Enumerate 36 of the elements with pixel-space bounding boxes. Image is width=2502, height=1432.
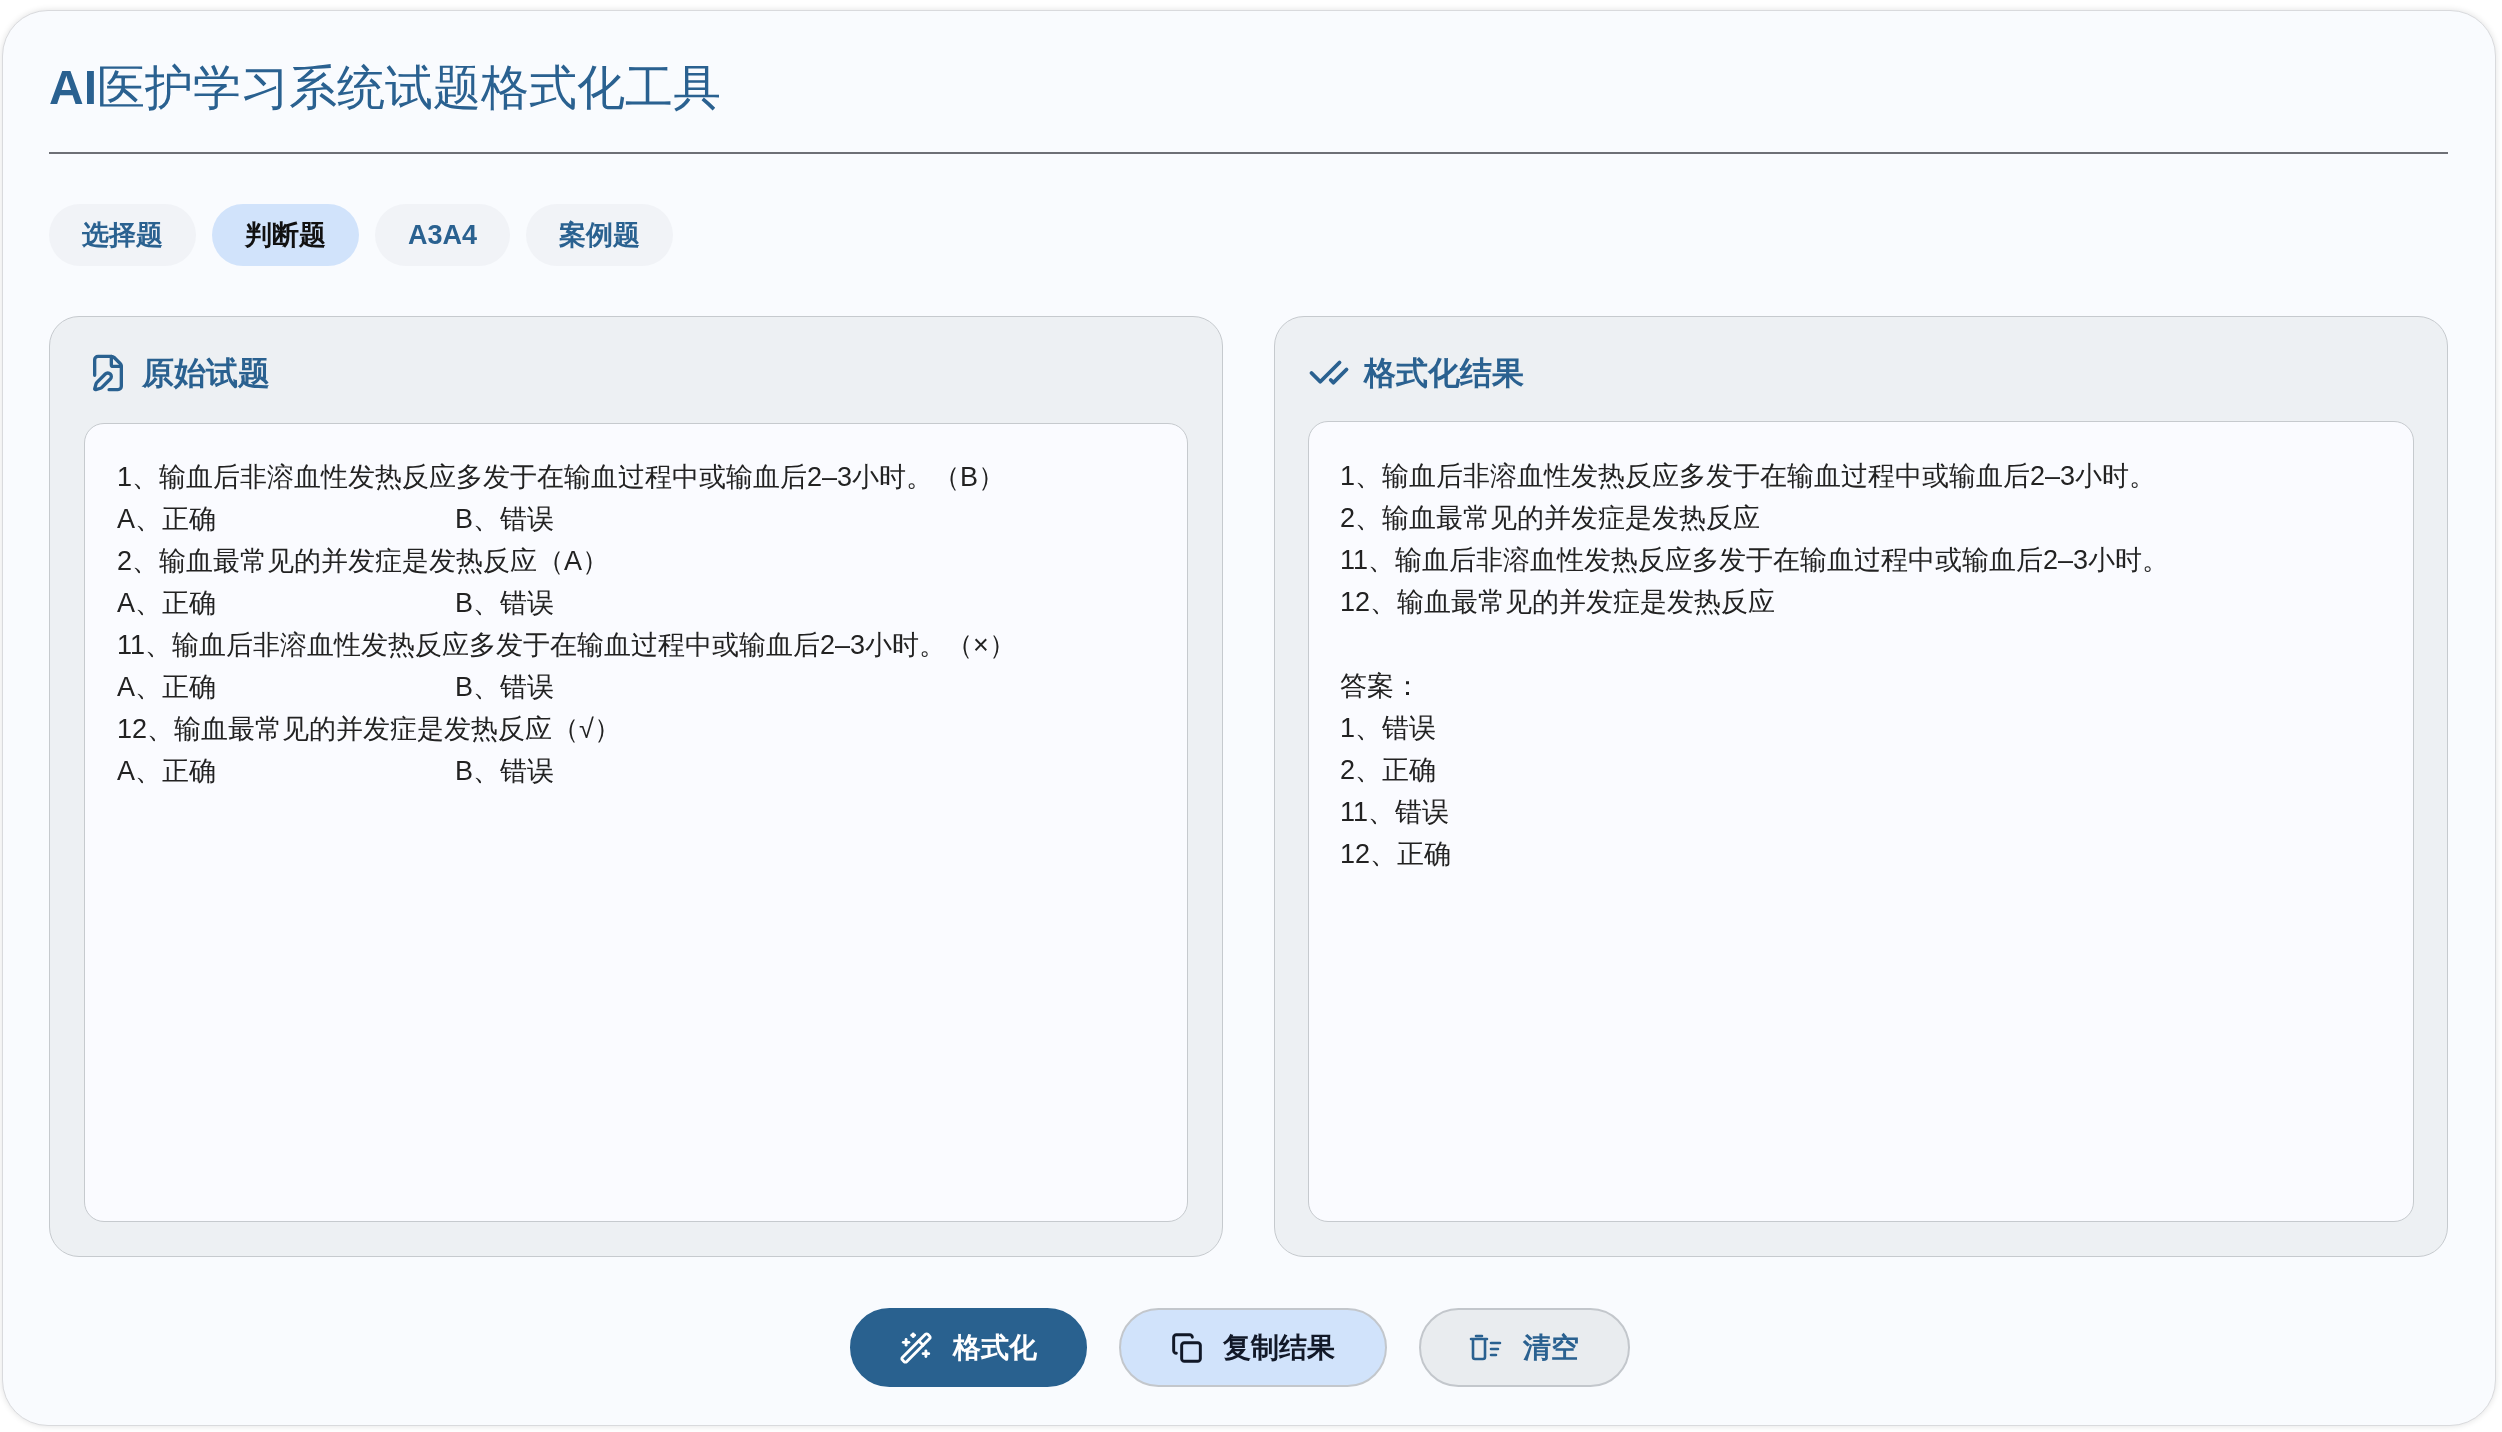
- format-button[interactable]: 格式化: [849, 1308, 1087, 1387]
- clear-button[interactable]: 清空: [1418, 1308, 1630, 1387]
- tab[interactable]: 选择题: [49, 204, 196, 266]
- tab[interactable]: 案例题: [526, 204, 674, 266]
- option-text: B、错误: [455, 503, 554, 536]
- option-text: A、正确: [117, 755, 216, 788]
- page-title: AI医护学习系统试题格式化工具: [49, 60, 721, 116]
- tab[interactable]: A3A4: [375, 204, 511, 266]
- question-text: 12、输血最常见的并发症是发热反应（√）: [117, 714, 621, 744]
- question-input-field[interactable]: 1、输血后非溶血性发热反应多发于在输血过程中或输血后2–3小时。（B） A、正确 B、错误 2、输血最常见的并发症是发热反应（A） A、正确 B、错误 11、输血后非溶血性发热反应多发于在输血过程中或输血后2–3小时。（×） A、正确 B、错误 12、输血最常见的并发症是发热反应（√） A、正确 B、错误: [84, 423, 1188, 1222]
- trash-icon: [1469, 1333, 1503, 1362]
- question-text: 1、输血后非溶血性发热反应多发于在输血过程中或输血后2–3小时。（B）: [117, 462, 1006, 492]
- question-text: 12、输血最常见的并发症是发热反应: [1340, 587, 1776, 617]
- panel-title: 格式化结果: [1364, 354, 1524, 393]
- question-text: 2、输血最常见的并发症是发热反应: [1340, 503, 1761, 533]
- answer-text: 11、错误: [1340, 797, 1450, 827]
- answer-text: 1、错误: [1340, 713, 1437, 743]
- question-text: 11、输血后非溶血性发热反应多发于在输血过程中或输血后2–3小时。: [1340, 545, 2170, 575]
- copy-icon: [1170, 1331, 1203, 1364]
- result-output-field[interactable]: 1、输血后非溶血性发热反应多发于在输血过程中或输血后2–3小时。 2、输血最常见的并发症是发热反应 11、输血后非溶血性发热反应多发于在输血过程中或输血后2–3小时。 12、输血最常见的并发症是发热反应 答案： 1、错误 2、正确 11、错误 12、正确: [1308, 421, 2414, 1222]
- panel-title: 原始试题: [142, 354, 270, 393]
- answer-text: 12、正确: [1340, 839, 1452, 869]
- option-text: B、错误: [455, 755, 554, 788]
- option-text: B、错误: [455, 671, 554, 704]
- question-text: 11、输血后非溶血性发热反应多发于在输血过程中或输血后2–3小时。（×）: [117, 630, 1016, 660]
- option-text: A、正确: [117, 671, 216, 704]
- answer-text: 2、正确: [1340, 755, 1437, 785]
- question-text: 1、输血后非溶血性发热反应多发于在输血过程中或输血后2–3小时。: [1340, 461, 2157, 491]
- magic-wand-icon: [899, 1330, 933, 1365]
- option-text: A、正确: [117, 503, 216, 536]
- answer-heading: 答案：: [1340, 671, 1421, 701]
- option-text: B、错误: [455, 587, 554, 620]
- option-text: A、正确: [117, 587, 216, 620]
- question-text: 2、输血最常见的并发症是发热反应（A）: [117, 546, 610, 576]
- tab[interactable]: 判断题: [212, 204, 359, 266]
- copy-button[interactable]: 复制结果: [1118, 1308, 1387, 1387]
